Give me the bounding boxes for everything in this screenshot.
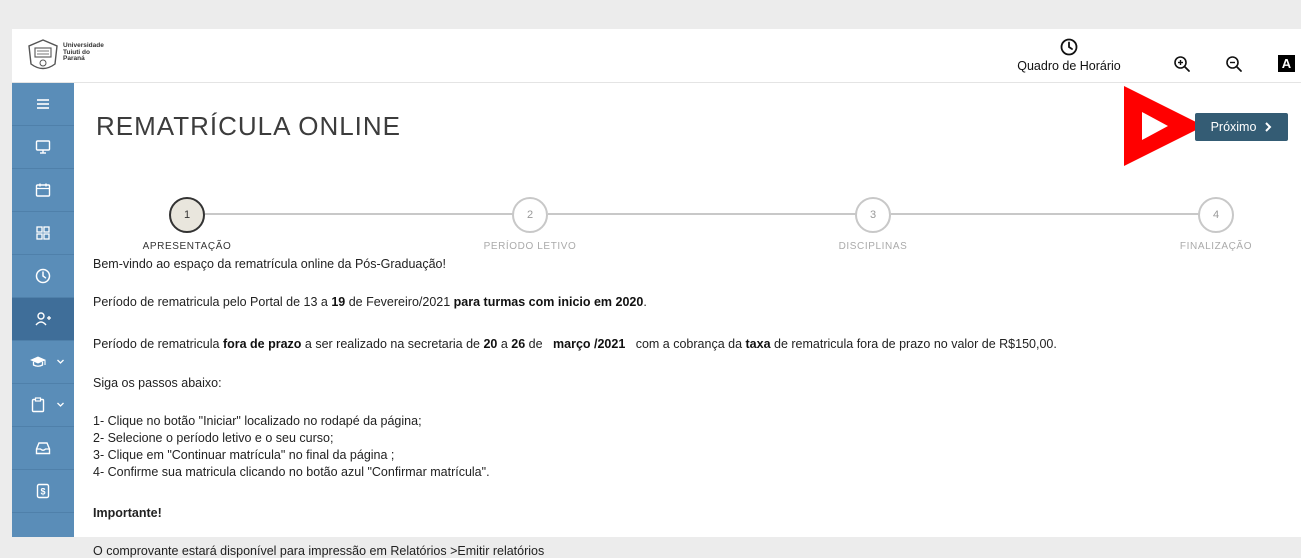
step-1-label: APRESENTAÇÃO bbox=[142, 241, 232, 252]
steps-intro-text: Siga os passos abaixo: bbox=[93, 376, 222, 390]
step-2-label: PERÍODO LETIVO bbox=[483, 241, 577, 252]
logo-text: Universidade Tuiuti do Paraná bbox=[63, 42, 104, 63]
step-3-label: DISCIPLINAS bbox=[838, 241, 908, 252]
late-enrollment-text: Período de rematricula fora de prazo a s… bbox=[93, 337, 1057, 351]
step-4-circle[interactable]: 4 bbox=[1198, 197, 1234, 233]
step-connector bbox=[205, 213, 515, 215]
step-connector bbox=[548, 213, 858, 215]
add-user-icon bbox=[35, 312, 51, 326]
step-2-circle[interactable]: 2 bbox=[512, 197, 548, 233]
enrollment-period-text: Período de rematricula pelo Portal de 13… bbox=[93, 295, 647, 309]
calendar-icon bbox=[35, 183, 51, 197]
schedule-button[interactable]: Quadro de Horário bbox=[1009, 38, 1129, 73]
graduation-cap-icon bbox=[30, 356, 46, 367]
zoom-out-icon[interactable] bbox=[1225, 55, 1243, 73]
step-instruction: 1- Clique no botão "Iniciar" localizado … bbox=[93, 414, 422, 428]
inbox-icon bbox=[35, 442, 51, 455]
sidebar: $ bbox=[12, 83, 74, 537]
sidebar-item-dashboard[interactable] bbox=[12, 212, 74, 255]
logo-line-3: Paraná bbox=[63, 55, 85, 62]
sidebar-item-menu[interactable] bbox=[12, 83, 74, 126]
svg-text:$: $ bbox=[40, 487, 45, 497]
clock-icon bbox=[35, 268, 51, 284]
schedule-label: Quadro de Horário bbox=[1017, 59, 1121, 73]
zoom-in-icon[interactable] bbox=[1173, 55, 1191, 73]
sidebar-item-academic[interactable] bbox=[12, 341, 74, 384]
step-4-label: FINALIZAÇÃO bbox=[1179, 241, 1253, 252]
sidebar-item-calendar[interactable] bbox=[12, 169, 74, 212]
step-3-circle[interactable]: 3 bbox=[855, 197, 891, 233]
step-instruction: 2- Selecione o período letivo e o seu cu… bbox=[93, 431, 334, 445]
menu-icon bbox=[37, 99, 49, 109]
sidebar-item-payment[interactable]: $ bbox=[12, 470, 74, 513]
step-instruction: 3- Clique em "Continuar matrícula" no fi… bbox=[93, 448, 395, 462]
university-crest-icon bbox=[28, 39, 58, 70]
clipboard-icon bbox=[31, 397, 45, 413]
sidebar-item-inbox[interactable] bbox=[12, 427, 74, 470]
font-toggle-icon[interactable]: A bbox=[1278, 55, 1295, 72]
step-instruction: 4- Confirme sua matricula clicando no bo… bbox=[93, 465, 490, 479]
progress-stepper: 1 2 3 4 APRESENTAÇÃO PERÍODO LETIVO DISC… bbox=[74, 83, 1301, 252]
step-connector bbox=[891, 213, 1201, 215]
sidebar-item-monitor[interactable] bbox=[12, 126, 74, 169]
clock-icon bbox=[1060, 38, 1078, 56]
sidebar-item-schedule[interactable] bbox=[12, 255, 74, 298]
monitor-icon bbox=[35, 140, 51, 154]
university-logo[interactable]: Universidade Tuiuti do Paraná bbox=[26, 38, 104, 74]
step-1-circle[interactable]: 1 bbox=[169, 197, 205, 233]
receipt-info-text: O comprovante estará disponível para imp… bbox=[93, 544, 545, 558]
app-window: Universidade Tuiuti do Paraná Quadro de … bbox=[12, 29, 1301, 558]
top-bar: Universidade Tuiuti do Paraná Quadro de … bbox=[12, 29, 1301, 83]
welcome-text: Bem-vindo ao espaço da rematrícula onlin… bbox=[93, 257, 446, 271]
payment-icon: $ bbox=[36, 483, 50, 499]
grid-icon bbox=[36, 226, 50, 240]
chevron-down-icon bbox=[57, 359, 64, 364]
sidebar-item-enrollment[interactable] bbox=[12, 298, 74, 341]
chevron-down-icon bbox=[57, 402, 64, 407]
main-content: REMATRÍCULA ONLINE Próximo 1 2 3 4 APRES… bbox=[74, 83, 1301, 558]
important-heading: Importante! bbox=[93, 506, 162, 520]
sidebar-item-documents[interactable] bbox=[12, 384, 74, 427]
